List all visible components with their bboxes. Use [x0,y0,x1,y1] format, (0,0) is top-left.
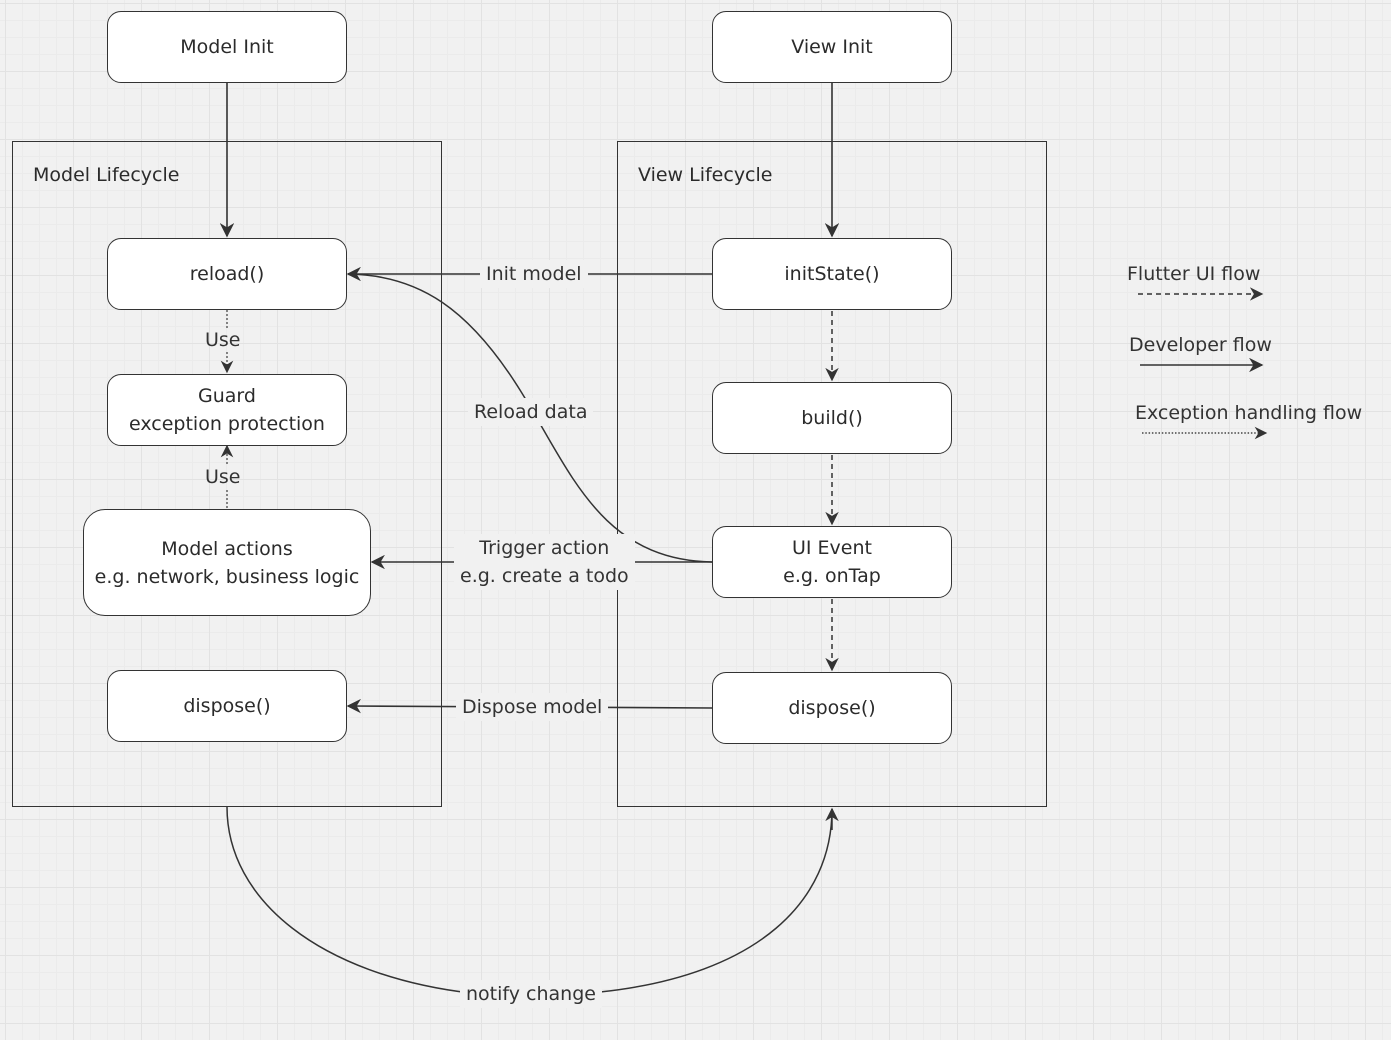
edge-notify-change[interactable] [226,806,833,994]
model-actions-node[interactable]: Model actions e.g. network, business log… [83,509,371,616]
ui-event-node[interactable]: UI Event e.g. onTap [712,526,952,598]
view-lifecycle-title: View Lifecycle [638,164,773,186]
dispose-model-label: Dispose model [456,693,609,721]
use-label-2: Use [205,466,241,488]
ui-event-label-line1: UI Event [792,537,872,559]
model-actions-label-line1: Model actions [161,537,293,560]
legend-flutter-ui-flow: Flutter UI flow [1127,263,1261,285]
model-init-node[interactable]: Model Init [107,11,347,83]
notify-change-label: notify change [460,980,602,1008]
legend-developer-flow: Developer flow [1129,334,1272,356]
view-dispose-node[interactable]: dispose() [712,672,952,744]
reload-label: reload() [189,263,265,285]
guard-label-line1: Guard [198,385,256,407]
reload-node[interactable]: reload() [107,238,347,310]
use-label-1: Use [205,329,241,351]
guard-label-line2: exception protection [129,413,325,435]
model-init-label: Model Init [180,36,274,58]
view-dispose-label: dispose() [788,697,876,719]
build-label: build() [801,407,863,429]
init-model-label: Init model [480,260,588,288]
initstate-label: initState() [784,263,880,285]
build-node[interactable]: build() [712,382,952,454]
model-lifecycle-title: Model Lifecycle [33,164,180,186]
reload-data-label: Reload data [468,398,594,426]
view-init-node[interactable]: View Init [712,11,952,83]
trigger-action-label: Trigger action e.g. create a todo [454,534,635,590]
trigger-action-label-line1: Trigger action [479,537,610,559]
model-actions-label-line2: e.g. network, business logic [94,565,360,588]
guard-node[interactable]: Guard exception protection [107,374,347,446]
view-init-label: View Init [791,36,873,58]
model-dispose-node[interactable]: dispose() [107,670,347,742]
trigger-action-label-line2: e.g. create a todo [460,565,629,587]
ui-event-label-line2: e.g. onTap [783,565,881,587]
initstate-node[interactable]: initState() [712,238,952,310]
legend-exception-handling-flow: Exception handling flow [1135,402,1363,424]
model-dispose-label: dispose() [183,695,271,717]
